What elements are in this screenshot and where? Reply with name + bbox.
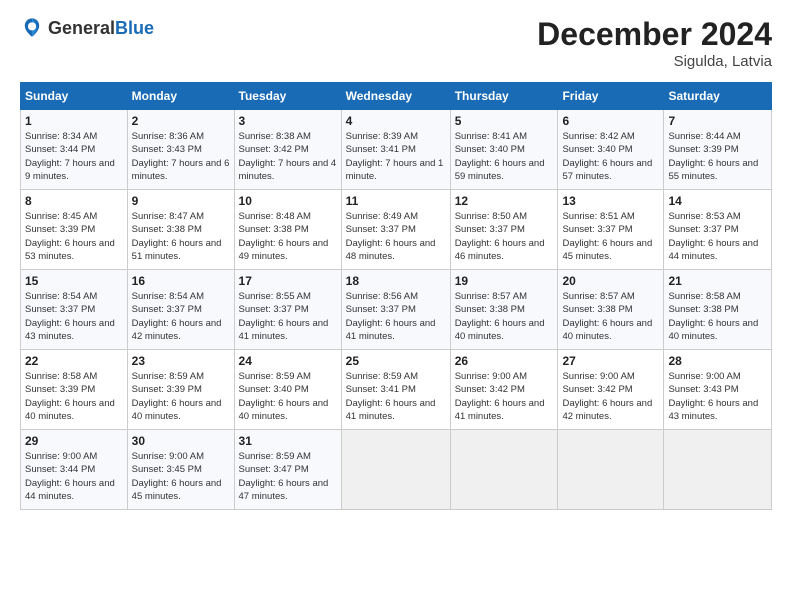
col-saturday: Saturday [664,83,772,110]
table-row: 29Sunrise: 9:00 AMSunset: 3:44 PMDayligh… [21,430,128,510]
table-row: 20Sunrise: 8:57 AMSunset: 3:38 PMDayligh… [558,270,664,350]
logo: GeneralBlue [20,16,154,40]
title-block: December 2024 Sigulda, Latvia [537,16,772,70]
table-row [664,430,772,510]
table-row: 7Sunrise: 8:44 AMSunset: 3:39 PMDaylight… [664,110,772,190]
table-row: 18Sunrise: 8:56 AMSunset: 3:37 PMDayligh… [341,270,450,350]
table-row: 2Sunrise: 8:36 AMSunset: 3:43 PMDaylight… [127,110,234,190]
table-row: 17Sunrise: 8:55 AMSunset: 3:37 PMDayligh… [234,270,341,350]
col-thursday: Thursday [450,83,558,110]
table-row: 5Sunrise: 8:41 AMSunset: 3:40 PMDaylight… [450,110,558,190]
table-row: 11Sunrise: 8:49 AMSunset: 3:37 PMDayligh… [341,190,450,270]
table-row: 3Sunrise: 8:38 AMSunset: 3:42 PMDaylight… [234,110,341,190]
table-row: 15Sunrise: 8:54 AMSunset: 3:37 PMDayligh… [21,270,128,350]
col-wednesday: Wednesday [341,83,450,110]
table-row: 10Sunrise: 8:48 AMSunset: 3:38 PMDayligh… [234,190,341,270]
calendar-row: 15Sunrise: 8:54 AMSunset: 3:37 PMDayligh… [21,270,772,350]
table-row: 4Sunrise: 8:39 AMSunset: 3:41 PMDaylight… [341,110,450,190]
table-row: 25Sunrise: 8:59 AMSunset: 3:41 PMDayligh… [341,350,450,430]
col-monday: Monday [127,83,234,110]
page-container: GeneralBlue December 2024 Sigulda, Latvi… [0,0,792,520]
header-row: Sunday Monday Tuesday Wednesday Thursday… [21,83,772,110]
table-row: 14Sunrise: 8:53 AMSunset: 3:37 PMDayligh… [664,190,772,270]
table-row [341,430,450,510]
table-row: 21Sunrise: 8:58 AMSunset: 3:38 PMDayligh… [664,270,772,350]
table-row: 28Sunrise: 9:00 AMSunset: 3:43 PMDayligh… [664,350,772,430]
calendar-row: 29Sunrise: 9:00 AMSunset: 3:44 PMDayligh… [21,430,772,510]
table-row: 12Sunrise: 8:50 AMSunset: 3:37 PMDayligh… [450,190,558,270]
calendar-body: 1Sunrise: 8:34 AMSunset: 3:44 PMDaylight… [21,110,772,510]
table-row: 26Sunrise: 9:00 AMSunset: 3:42 PMDayligh… [450,350,558,430]
col-sunday: Sunday [21,83,128,110]
table-row [558,430,664,510]
calendar-table: Sunday Monday Tuesday Wednesday Thursday… [20,82,772,510]
table-row: 16Sunrise: 8:54 AMSunset: 3:37 PMDayligh… [127,270,234,350]
month-title: December 2024 [537,16,772,53]
table-row: 6Sunrise: 8:42 AMSunset: 3:40 PMDaylight… [558,110,664,190]
table-row: 13Sunrise: 8:51 AMSunset: 3:37 PMDayligh… [558,190,664,270]
header: GeneralBlue December 2024 Sigulda, Latvi… [20,16,772,70]
table-row: 23Sunrise: 8:59 AMSunset: 3:39 PMDayligh… [127,350,234,430]
table-row: 19Sunrise: 8:57 AMSunset: 3:38 PMDayligh… [450,270,558,350]
table-row: 9Sunrise: 8:47 AMSunset: 3:38 PMDaylight… [127,190,234,270]
table-row: 1Sunrise: 8:34 AMSunset: 3:44 PMDaylight… [21,110,128,190]
table-row: 22Sunrise: 8:58 AMSunset: 3:39 PMDayligh… [21,350,128,430]
calendar-row: 22Sunrise: 8:58 AMSunset: 3:39 PMDayligh… [21,350,772,430]
logo-blue-text: Blue [115,18,154,38]
table-row: 8Sunrise: 8:45 AMSunset: 3:39 PMDaylight… [21,190,128,270]
col-friday: Friday [558,83,664,110]
table-row: 24Sunrise: 8:59 AMSunset: 3:40 PMDayligh… [234,350,341,430]
table-row [450,430,558,510]
table-row: 30Sunrise: 9:00 AMSunset: 3:45 PMDayligh… [127,430,234,510]
subtitle: Sigulda, Latvia [537,53,772,70]
table-row: 27Sunrise: 9:00 AMSunset: 3:42 PMDayligh… [558,350,664,430]
logo-icon [20,16,44,40]
logo-general-text: General [48,18,115,38]
calendar-row: 8Sunrise: 8:45 AMSunset: 3:39 PMDaylight… [21,190,772,270]
table-row: 31Sunrise: 8:59 AMSunset: 3:47 PMDayligh… [234,430,341,510]
col-tuesday: Tuesday [234,83,341,110]
calendar-row: 1Sunrise: 8:34 AMSunset: 3:44 PMDaylight… [21,110,772,190]
